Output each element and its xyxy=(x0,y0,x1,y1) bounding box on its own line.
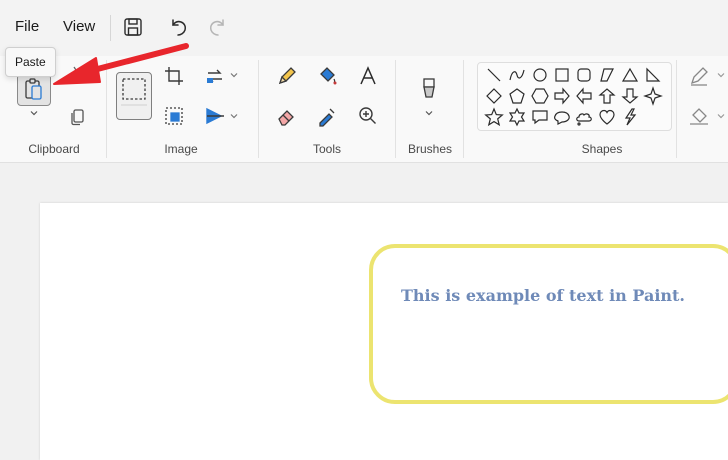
paste-icon xyxy=(25,78,42,100)
group-separator xyxy=(395,60,396,158)
five-point-star-shape-icon[interactable] xyxy=(484,107,504,127)
cloud-callout-shape-icon[interactable] xyxy=(574,107,594,127)
lightning-shape-icon[interactable] xyxy=(620,107,640,127)
pencil-icon[interactable] xyxy=(275,64,299,88)
copy-icon[interactable] xyxy=(66,104,90,128)
redo-icon[interactable] xyxy=(205,15,229,39)
rotate-icon[interactable] xyxy=(203,64,227,88)
chevron-down-icon[interactable] xyxy=(29,108,39,118)
rectangle-shape-icon[interactable] xyxy=(552,65,572,85)
line-shape-icon[interactable] xyxy=(484,65,504,85)
group-label-brushes: Brushes xyxy=(407,142,453,156)
shapes-gallery xyxy=(477,62,672,131)
outline-icon[interactable] xyxy=(687,64,711,88)
menu-file[interactable]: File xyxy=(15,18,39,35)
select-icon xyxy=(121,78,147,106)
oval-shape-icon[interactable] xyxy=(530,65,550,85)
pentagon-shape-icon[interactable] xyxy=(507,86,527,106)
menu-bar: File View xyxy=(0,0,728,56)
left-arrow-shape-icon[interactable] xyxy=(574,86,594,106)
curve-shape-icon[interactable] xyxy=(507,65,527,85)
text-icon[interactable] xyxy=(356,64,380,88)
down-arrow-shape-icon[interactable] xyxy=(620,86,640,106)
chevron-down-icon[interactable] xyxy=(229,70,239,80)
canvas-text: This is example of text in Paint. xyxy=(401,286,685,305)
group-label-tools: Tools xyxy=(312,142,341,156)
up-arrow-shape-icon[interactable] xyxy=(597,86,617,106)
chevron-down-icon[interactable] xyxy=(229,111,239,121)
right-arrow-shape-icon[interactable] xyxy=(552,86,572,106)
polygon-shape-icon[interactable] xyxy=(597,65,617,85)
shape-fill-icon[interactable] xyxy=(687,104,711,128)
eraser-icon[interactable] xyxy=(275,104,299,128)
fill-bucket-icon[interactable] xyxy=(315,64,339,88)
group-separator xyxy=(463,60,464,158)
undo-icon[interactable] xyxy=(167,15,191,39)
group-label-clipboard: Clipboard xyxy=(28,142,80,156)
hexagon-shape-icon[interactable] xyxy=(530,86,550,106)
flip-icon[interactable] xyxy=(203,104,227,128)
group-separator xyxy=(106,60,107,158)
chevron-down-icon[interactable] xyxy=(716,111,726,121)
paste-tooltip: Paste xyxy=(5,47,56,77)
right-triangle-shape-icon[interactable] xyxy=(643,65,663,85)
four-point-star-shape-icon[interactable] xyxy=(643,86,663,106)
group-separator xyxy=(676,60,677,158)
chevron-down-icon[interactable] xyxy=(716,70,726,80)
crop-icon[interactable] xyxy=(162,64,186,88)
group-label-shapes: Shapes xyxy=(581,142,623,156)
brush-icon[interactable] xyxy=(417,76,441,100)
rounded-rectangle-shape-icon[interactable] xyxy=(574,65,594,85)
text-box[interactable] xyxy=(369,244,728,404)
menu-separator xyxy=(110,15,111,41)
paste-button[interactable] xyxy=(17,74,51,106)
cut-icon[interactable] xyxy=(66,63,90,87)
resize-icon[interactable] xyxy=(162,104,186,128)
magnifier-icon[interactable] xyxy=(356,104,380,128)
diamond-shape-icon[interactable] xyxy=(484,86,504,106)
save-icon[interactable] xyxy=(121,15,145,39)
heart-shape-icon[interactable] xyxy=(597,107,617,127)
oval-callout-shape-icon[interactable] xyxy=(552,107,572,127)
color-picker-icon[interactable] xyxy=(315,104,339,128)
triangle-shape-icon[interactable] xyxy=(620,65,640,85)
menu-view[interactable]: View xyxy=(63,18,95,35)
rect-callout-shape-icon[interactable] xyxy=(530,107,550,127)
six-point-star-shape-icon[interactable] xyxy=(507,107,527,127)
select-button[interactable] xyxy=(116,72,152,120)
group-separator xyxy=(258,60,259,158)
group-label-image: Image xyxy=(164,142,198,156)
chevron-down-icon[interactable] xyxy=(424,108,434,118)
